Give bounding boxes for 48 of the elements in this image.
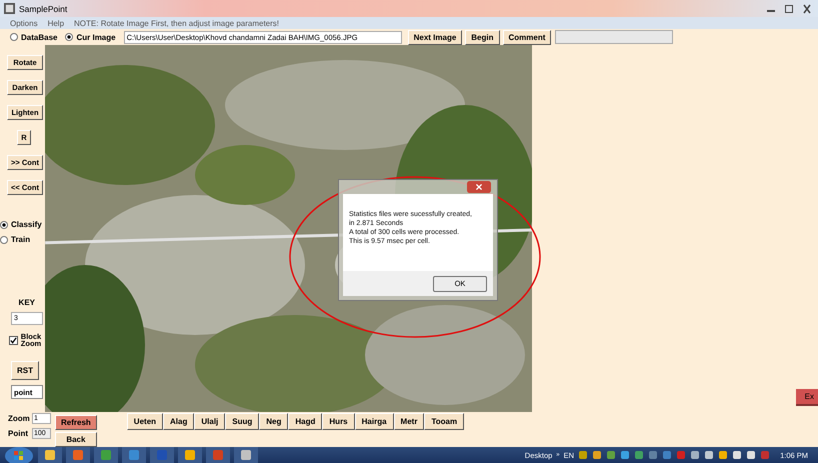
tray-icon[interactable] — [704, 450, 714, 460]
category-button[interactable]: Ueten — [126, 413, 164, 430]
category-button[interactable]: Hagd — [288, 413, 322, 430]
tray-icon[interactable] — [606, 450, 616, 460]
point-label: Point — [8, 429, 29, 438]
category-button[interactable]: Tooam — [424, 413, 464, 430]
tray-icon[interactable] — [718, 450, 728, 460]
key-label: KEY — [18, 298, 35, 307]
mode-radio[interactable]: Train — [0, 235, 42, 244]
note-text: NOTE: Rotate Image First, then adjust image parameters! — [74, 18, 280, 28]
category-button[interactable]: Metr — [394, 413, 424, 430]
category-button[interactable]: Hurs — [322, 413, 355, 430]
tray-icon[interactable] — [634, 450, 644, 460]
taskbar-app-icon[interactable] — [234, 447, 258, 463]
category-button[interactable]: Neg — [259, 413, 288, 430]
refresh-button[interactable]: Refresh — [55, 415, 97, 430]
toolbar-button[interactable]: Next Image — [408, 30, 462, 44]
category-button[interactable]: Ulalj — [194, 413, 226, 430]
category-button[interactable]: Hairga — [354, 413, 394, 430]
toolbar-button[interactable]: Comment — [502, 30, 552, 44]
text-field[interactable] — [555, 30, 674, 44]
toolbar-button[interactable]: Begin — [465, 30, 500, 44]
taskbar-app-icon[interactable] — [94, 447, 118, 463]
taskbar-app-icon[interactable] — [38, 447, 62, 463]
menu-item[interactable]: Options — [10, 18, 38, 28]
tray-icon[interactable] — [578, 450, 588, 460]
category-button[interactable]: Alag — [163, 413, 194, 430]
check-icon — [10, 336, 17, 344]
zoom-label: Zoom — [8, 414, 31, 423]
close-icon[interactable] — [465, 181, 493, 193]
start-button[interactable] — [4, 447, 34, 463]
source-radio[interactable]: Cur Image — [65, 32, 116, 42]
exit-button[interactable]: Ex — [796, 389, 818, 406]
source-radio[interactable]: DataBase — [10, 32, 58, 42]
menu-item[interactable]: Help — [48, 18, 64, 28]
taskbar-app-icon[interactable] — [178, 447, 202, 463]
category-button[interactable]: Suug — [225, 413, 260, 430]
tray-icon[interactable] — [620, 450, 630, 460]
maximize-icon[interactable] — [782, 4, 796, 14]
back-button[interactable]: Back — [55, 432, 97, 447]
mode-radio[interactable]: Classify — [0, 220, 42, 229]
tray-icon[interactable] — [732, 450, 742, 460]
rst-button[interactable]: RST — [11, 361, 39, 380]
app-icon — [4, 3, 15, 14]
tray-icon[interactable] — [592, 450, 602, 460]
window-title: SamplePoint — [19, 4, 68, 14]
tray-icon[interactable] — [690, 450, 700, 460]
tray-icon[interactable] — [746, 450, 756, 460]
